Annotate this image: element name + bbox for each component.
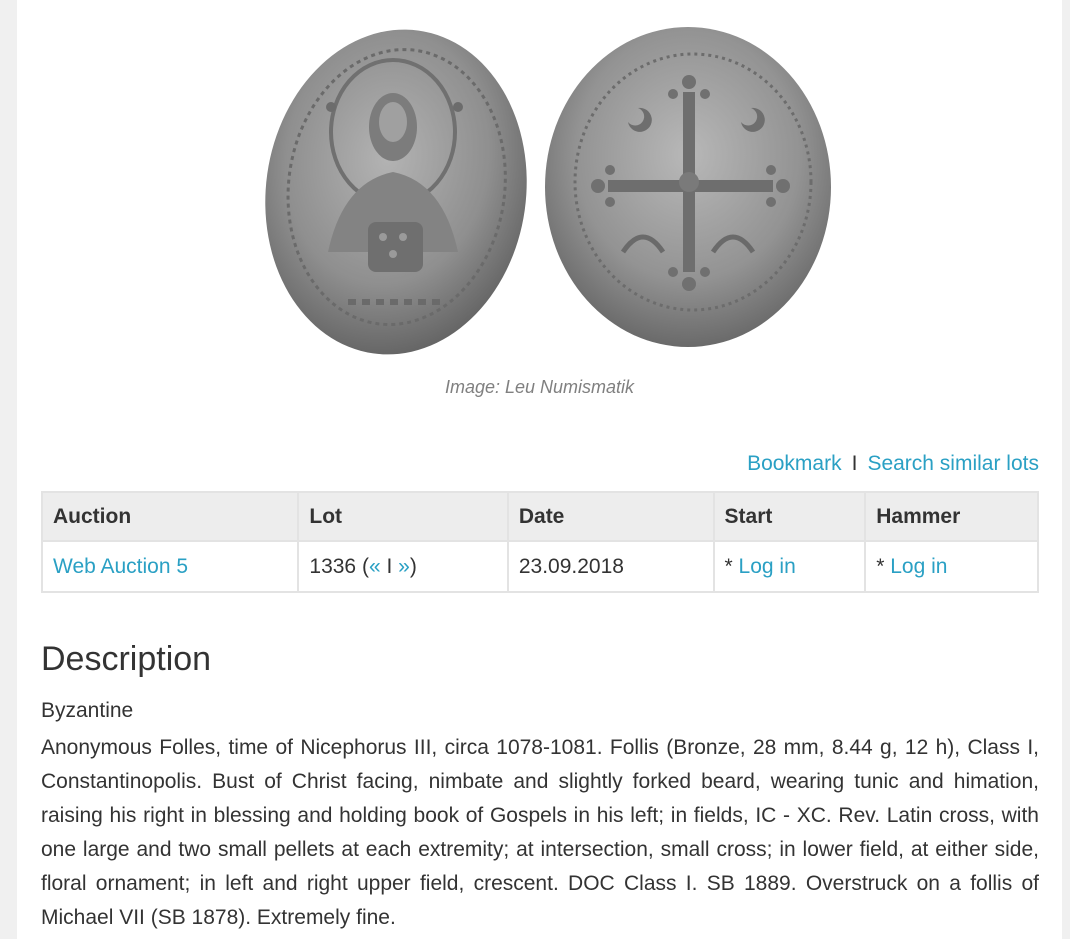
image-caption: Image: Leu Numismatik [444,377,635,397]
description-heading: Description [41,640,212,678]
header-lot: Lot [297,491,509,542]
lot-page: Image: Leu Numismatik Bookmark I Search si… [17,0,1062,939]
header-auction: Auction [40,491,300,542]
header-date: Date [506,491,715,542]
actions-separator: I [851,452,858,475]
description-text: Anonymous Folles, time of Nicephorus III… [41,736,1039,929]
coin-reverse [545,27,831,347]
table-header-row: Auction Lot Date Start Hammer [40,491,1039,542]
coin-image[interactable] [253,22,833,362]
search-similar-link[interactable]: Search similar lots [867,452,1039,475]
previous-lot-link[interactable]: « [369,555,381,578]
hammer-login-link[interactable]: Log in [890,555,947,578]
lot-number: 1336 ( [309,554,369,578]
bookmark-link[interactable]: Bookmark [747,452,842,475]
auction-link[interactable]: Web Auction 5 [53,555,188,578]
header-hammer: Hammer [864,491,1039,542]
description-category: Byzantine [41,699,134,722]
auction-cell: Web Auction 5 [40,540,300,593]
hammer-prefix: * [876,554,891,578]
lot-close-paren: ) [409,554,417,578]
table-row: Web Auction 5 1336 (« I ») 23.09.2018 * … [40,540,1039,593]
start-prefix: * [724,554,739,578]
lot-cell: 1336 (« I ») [297,540,509,593]
lot-nav-separator: I [380,554,399,578]
date-cell: 23.09.2018 [506,540,715,593]
hammer-cell: * Log in [864,540,1039,593]
start-cell: * Log in [712,540,867,593]
header-start: Start [712,491,867,542]
lot-info-table: Auction Lot Date Start Hammer Web Auctio… [40,491,1039,593]
start-login-link[interactable]: Log in [739,555,796,578]
lot-actions: Bookmark I Search similar lots [747,452,1039,476]
next-lot-link[interactable]: » [398,555,410,578]
coin-obverse [265,29,527,355]
